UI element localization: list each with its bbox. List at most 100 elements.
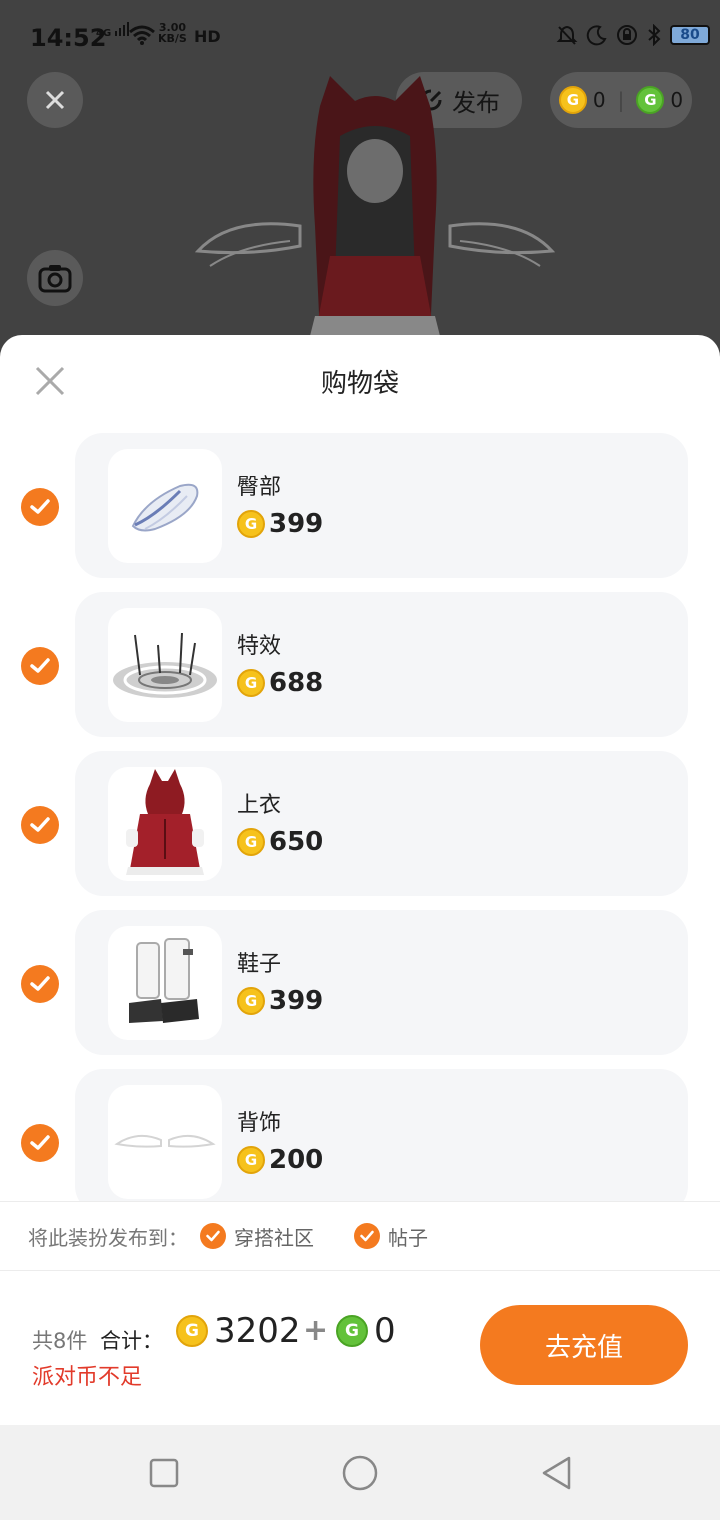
divider: |: [617, 88, 625, 112]
item-thumbnail: [108, 449, 222, 563]
green-total-value: 0: [374, 1311, 396, 1351]
item-checkbox[interactable]: [21, 488, 59, 526]
shopping-bag-sheet: 购物袋 臀部 G 399 特效 G 688 上衣 G 650 鞋子 G 399 …: [0, 335, 720, 1425]
wings-icon: [114, 1134, 216, 1148]
price-value: 399: [269, 986, 324, 1016]
green-coin-icon: G: [636, 86, 665, 114]
home-button[interactable]: [340, 1453, 380, 1493]
network-type: 4G: [96, 28, 112, 39]
check-icon: [206, 1230, 220, 1242]
list-item: 鞋子 G 399: [0, 910, 720, 1069]
camera-button[interactable]: [27, 250, 83, 306]
battery-indicator: 80: [670, 25, 710, 45]
option-label: 穿搭社区: [234, 1225, 314, 1250]
insufficient-warning: 派对币不足: [32, 1365, 143, 1390]
rotation-lock-icon: [617, 25, 637, 45]
item-price: G 688: [237, 668, 323, 698]
back-button[interactable]: [536, 1453, 576, 1493]
green-coin-icon: G: [336, 1315, 368, 1347]
back-triangle-icon: [542, 1456, 571, 1490]
camera-icon: [38, 265, 72, 293]
item-card[interactable]: 特效 G 688: [75, 592, 688, 737]
green-coin-balance: 0: [670, 88, 684, 112]
item-name: 特效: [237, 634, 282, 659]
item-thumbnail: [108, 767, 222, 881]
gold-coin-icon: G: [558, 86, 587, 114]
item-name: 鞋子: [237, 952, 282, 977]
option-post[interactable]: 帖子: [354, 1222, 428, 1251]
check-icon: [30, 817, 50, 832]
list-item: 上衣 G 650: [0, 751, 720, 910]
item-thumbnail: [108, 608, 222, 722]
status-time: 14:52: [30, 24, 107, 52]
magic-circle-icon: [113, 632, 217, 698]
boots-icon: [129, 938, 199, 1023]
item-price: G 650: [237, 827, 323, 857]
gold-coin-icon: G: [176, 1315, 208, 1347]
checkout-footer: 共8件 合计： G 3202 + G 0 派对币不足 去充值: [0, 1271, 720, 1425]
item-thumbnail: [108, 1085, 222, 1199]
item-name: 背饰: [237, 1111, 282, 1136]
close-button[interactable]: [27, 72, 83, 128]
gold-coin-icon: G: [237, 987, 265, 1015]
item-price: G 399: [237, 509, 323, 539]
bell-muted-icon: [556, 25, 578, 45]
gold-coin-icon: G: [237, 828, 265, 856]
option-label: 帖子: [388, 1225, 428, 1250]
avatar-figure: [194, 76, 556, 336]
recent-apps-button[interactable]: [144, 1453, 184, 1493]
total-gold: G 3202: [176, 1311, 301, 1351]
system-nav-bar: [0, 1425, 720, 1520]
speed-unit: KB/S: [158, 32, 187, 45]
circle-icon: [342, 1455, 378, 1491]
signal-icon: [114, 22, 129, 36]
option-checkbox[interactable]: [200, 1223, 226, 1249]
status-bar: 14:52 4G 3.00 KB/S HD 80: [0, 0, 720, 72]
list-item: 背饰 G 200: [0, 1069, 720, 1201]
item-card[interactable]: 上衣 G 650: [75, 751, 688, 896]
check-icon: [30, 499, 50, 514]
item-card[interactable]: 臀部 G 399: [75, 433, 688, 578]
price-value: 688: [269, 668, 324, 698]
square-icon: [149, 1458, 179, 1488]
item-name: 上衣: [237, 793, 282, 818]
price-value: 200: [269, 1145, 324, 1175]
price-value: 399: [269, 509, 324, 539]
item-checkbox[interactable]: [21, 965, 59, 1003]
price-value: 650: [269, 827, 324, 857]
coin-balance[interactable]: G 0 | G 0: [550, 72, 692, 128]
recharge-button[interactable]: 去充值: [480, 1305, 688, 1385]
publish-to-label: 将此装扮发布到：: [28, 1225, 188, 1250]
item-checkbox[interactable]: [21, 1124, 59, 1162]
total-green: G 0: [336, 1311, 396, 1351]
sheet-title: 购物袋: [320, 369, 399, 399]
item-price: G 200: [237, 1145, 323, 1175]
total-label: 合计：: [100, 1329, 163, 1353]
avatar-preview-scene: 14:52 4G 3.00 KB/S HD 80 发布 G 0 | G 0: [0, 0, 720, 360]
check-icon: [360, 1230, 374, 1242]
moon-icon: [586, 25, 607, 46]
gold-coin-balance: 0: [592, 88, 606, 112]
bluetooth-icon: [648, 24, 661, 46]
check-icon: [30, 976, 50, 991]
list-item: 特效 G 688: [0, 592, 720, 751]
network-speed: 3.00 KB/S: [158, 22, 187, 44]
option-checkbox[interactable]: [354, 1223, 380, 1249]
check-icon: [30, 1135, 50, 1150]
item-list[interactable]: 臀部 G 399 特效 G 688 上衣 G 650 鞋子 G 399 背饰 G…: [0, 433, 720, 1201]
tail-icon: [131, 483, 199, 532]
item-checkbox[interactable]: [21, 647, 59, 685]
item-card[interactable]: 背饰 G 200: [75, 1069, 688, 1201]
item-name: 臀部: [237, 475, 282, 500]
close-icon: [45, 90, 65, 110]
item-checkbox[interactable]: [21, 806, 59, 844]
sheet-header: 购物袋: [0, 335, 720, 425]
option-outfit-community[interactable]: 穿搭社区: [200, 1222, 314, 1251]
item-card[interactable]: 鞋子 G 399: [75, 910, 688, 1055]
red-dress-icon: [126, 769, 204, 875]
network-indicator: 4G: [96, 22, 129, 39]
plus-sign: +: [303, 1313, 329, 1348]
status-icons: 80: [556, 24, 710, 46]
item-count: 共8件: [32, 1329, 88, 1353]
check-icon: [30, 658, 50, 673]
